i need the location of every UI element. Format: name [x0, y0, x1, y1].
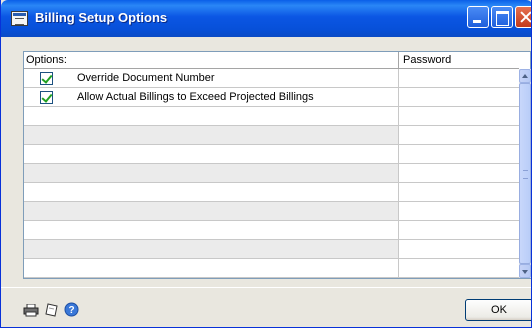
option-checkbox[interactable] — [40, 72, 53, 85]
password-field[interactable] — [399, 69, 519, 87]
password-field[interactable] — [399, 164, 519, 182]
option-label: Override Document Number — [77, 72, 215, 84]
password-field[interactable] — [399, 88, 519, 106]
table-row[interactable] — [24, 183, 519, 202]
window-title: Billing Setup Options — [35, 10, 168, 25]
table-row[interactable] — [24, 221, 519, 240]
svg-text:?: ? — [68, 305, 74, 316]
table-row[interactable]: Override Document Number — [24, 69, 519, 88]
table-row[interactable] — [24, 107, 519, 126]
options-column-header: Options: — [26, 54, 67, 66]
help-icon[interactable]: ? — [64, 302, 79, 317]
option-checkbox[interactable] — [40, 91, 53, 104]
table-row[interactable] — [24, 126, 519, 145]
table-row[interactable] — [24, 240, 519, 259]
password-field[interactable] — [399, 221, 519, 239]
grid-header: Options: Password — [24, 52, 519, 69]
scroll-down-button[interactable] — [519, 264, 531, 278]
ok-button[interactable]: OK — [465, 299, 531, 321]
table-row[interactable] — [24, 259, 519, 278]
title-bar[interactable]: Billing Setup Options — [1, 0, 531, 37]
table-row[interactable]: Allow Actual Billings to Exceed Projecte… — [24, 88, 519, 107]
table-row[interactable] — [24, 202, 519, 221]
grid-rows: Override Document Number Allow Actual Bi… — [24, 69, 519, 278]
password-field[interactable] — [399, 107, 519, 125]
password-column-header: Password — [403, 54, 452, 66]
options-grid: Options: Password Override Document Numb… — [23, 51, 531, 279]
note-icon[interactable] — [45, 303, 59, 317]
password-field[interactable] — [399, 183, 519, 201]
billing-setup-options-window: Billing Setup Options Options: Password … — [0, 0, 532, 328]
window-app-icon — [11, 11, 28, 26]
printer-icon[interactable] — [23, 304, 39, 317]
password-field[interactable] — [399, 202, 519, 220]
minimize-button[interactable] — [467, 6, 489, 28]
close-button[interactable] — [515, 6, 531, 28]
password-field[interactable] — [399, 259, 519, 277]
table-row[interactable] — [24, 145, 519, 164]
footer-divider — [1, 287, 531, 288]
password-field[interactable] — [399, 126, 519, 144]
scroll-thumb[interactable] — [519, 83, 531, 264]
table-row[interactable] — [24, 164, 519, 183]
maximize-button[interactable] — [491, 6, 513, 28]
scroll-up-button[interactable] — [519, 69, 531, 83]
option-label: Allow Actual Billings to Exceed Projecte… — [77, 91, 314, 103]
password-field[interactable] — [399, 145, 519, 163]
header-divider — [398, 52, 399, 69]
vertical-scrollbar[interactable] — [519, 69, 531, 278]
password-field[interactable] — [399, 240, 519, 258]
